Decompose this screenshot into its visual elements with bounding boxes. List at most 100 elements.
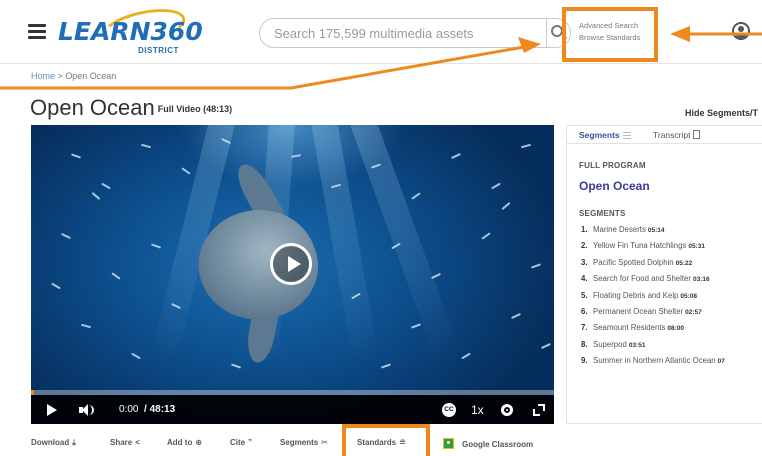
play-button[interactable] [47,395,57,424]
segment-number: 9. [581,356,588,366]
add-circle-icon: ⊕ [195,438,203,447]
advanced-search-link[interactable]: Advanced Search [579,20,654,32]
segment-duration: 03:16 [692,276,710,284]
standards-highlight [342,424,430,456]
tab-segments[interactable]: Segments [579,130,631,140]
fish [541,342,551,350]
player-controls: 0:00 / 48:13 CC 1x [31,395,554,424]
full-video-duration: Full Video (48:13) [157,104,233,114]
segments-button[interactable]: Segments ✂ [280,438,328,447]
advanced-links-highlight: Advanced Search Browse Standards [562,7,658,62]
segment-duration: 02:57 [685,308,702,316]
speed-button[interactable]: 1x [471,395,484,424]
hide-segments-link[interactable]: Hide Segments/T [685,108,758,118]
play-overlay-button[interactable] [270,243,312,285]
segment-title: Summer in Northern Atlantic Ocean [593,356,716,366]
browse-standards-link[interactable]: Browse Standards [579,32,654,44]
download-icon: ⤓ [72,438,76,447]
list-icon [622,132,631,139]
hamburger-menu-icon[interactable] [28,24,46,39]
fish [290,154,302,158]
fish [80,323,92,329]
fish [111,272,121,280]
gear-icon [501,403,513,416]
fullscreen-button[interactable] [533,395,545,424]
fish [380,363,392,369]
fish [140,143,152,149]
video-player[interactable]: 0:00 / 48:13 CC 1x [31,125,554,424]
segments-label: SEGMENTS [579,209,626,218]
fish [230,363,242,369]
segment-item[interactable]: 5. Floating Debris and Kelp 05:08 [581,291,762,307]
page-title-text: Open Ocean [30,95,155,120]
google-classroom-icon [443,438,454,449]
fish [150,243,162,249]
playback-speed: 1x [471,402,484,417]
segment-title: Marine Deserts [593,225,646,234]
fish [461,352,471,360]
fish [101,182,111,190]
volume-button[interactable] [79,395,94,424]
segments-panel: Segments Transcript FULL PROGRAM Open Oc… [566,125,762,424]
fish [520,143,532,149]
logo-district: DISTRICT [138,46,179,55]
fish [131,352,141,360]
segment-title: Seamount Residents [593,323,666,333]
account-icon[interactable] [732,22,750,40]
segment-duration: 05:08 [680,292,698,300]
quote-icon: ” [248,438,253,447]
fish [411,192,421,200]
segment-number: 5. [581,290,588,300]
segment-duration: 03:51 [628,341,646,349]
segment-list: 1. Marine Deserts 05:14 2. Yellow Fin Tuna H… [581,225,762,373]
segment-item[interactable]: 9. Summer in Northern Atlantic Ocean 07 [581,356,762,372]
fish [511,312,521,320]
cc-button[interactable]: CC [442,395,456,424]
fish [451,152,461,160]
segment-title: Search for Food and Shelter [593,274,691,284]
panel-tabs: Segments Transcript [567,126,762,144]
segment-item[interactable]: 2. Yellow Fin Tuna Hatchlings 05:31 [581,241,762,257]
segment-number: 2. [581,241,588,251]
search-input[interactable] [274,19,544,47]
learn360-logo[interactable]: LEARN360 DISTRICT [58,2,203,57]
google-classroom-button[interactable]: Google Classroom [443,438,533,449]
tab-transcript[interactable]: Transcript [653,130,701,140]
fullscreen-icon [533,403,545,416]
time-display: 0:00 / 48:13 [119,395,175,424]
share-button[interactable]: Share < [110,438,140,447]
fish [70,153,82,159]
current-time: 0:00 [119,404,139,415]
segment-item[interactable]: 6. Permanent Ocean Shelter 02:57 [581,307,762,323]
segment-duration: 05:22 [675,259,693,267]
segment-duration: 08:00 [667,325,685,333]
duration: / 48:13 [144,404,176,415]
segment-item[interactable]: 7. Seamount Residents 08:00 [581,323,762,339]
segment-duration: 05:14 [647,227,665,234]
fish [501,202,511,210]
breadcrumb-home[interactable]: Home [31,71,55,81]
fish [530,263,542,269]
fish [61,232,71,240]
segment-item[interactable]: 3. Pacific Spotted Dolphin 05:22 [581,258,762,274]
segment-number: 1. [581,225,588,234]
volume-icon [79,403,94,416]
segment-number: 7. [581,323,588,333]
segment-title: Superpod [593,339,627,349]
page-title: Open Ocean Full Video (48:13) [30,95,232,121]
segment-title: Floating Debris and Kelp [593,290,679,300]
program-title-link[interactable]: Open Ocean [579,179,650,193]
fish [481,232,491,240]
cite-button[interactable]: Cite” [230,438,252,447]
segment-item[interactable]: 1. Marine Deserts 05:14 [581,225,762,241]
add-to-button[interactable]: Add to ⊕ [167,438,202,447]
segment-item[interactable]: 4. Search for Food and Shelter 03:16 [581,274,762,290]
play-icon [47,403,57,416]
download-button[interactable]: Download ⤓ [31,438,76,448]
segment-title: Yellow Fin Tuna Hatchlings [593,241,687,251]
logo-text: LEARN360 [58,17,203,46]
segment-item[interactable]: 8. Superpod 03:51 [581,340,762,356]
cc-icon: CC [442,402,456,417]
fish [91,192,101,200]
settings-button[interactable] [501,395,513,424]
